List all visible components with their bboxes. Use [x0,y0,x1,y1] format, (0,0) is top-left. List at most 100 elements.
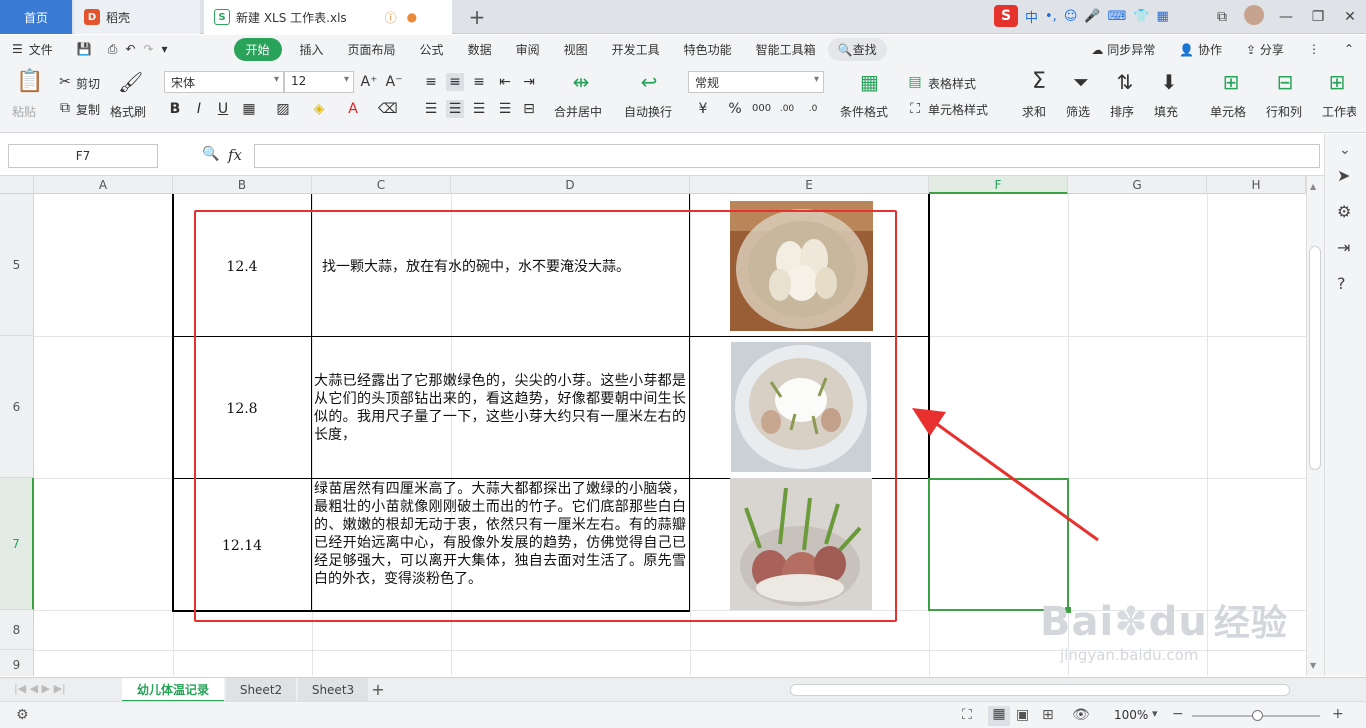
menu-page-layout[interactable]: 页面布局 [336,41,408,58]
save-icon[interactable]: 💾 [65,42,104,56]
menu-features[interactable]: 特色功能 [672,41,744,58]
tab-daoke[interactable]: D 稻壳 [74,0,200,34]
redo-icon[interactable]: ↷ [139,42,157,56]
fullscreen-icon[interactable]: ⛶ [962,707,972,723]
border-icon[interactable]: ▦ [240,100,258,118]
page-layout-icon[interactable]: ▣ [1016,707,1029,723]
hamburger-icon[interactable]: ☰ [0,42,27,56]
keyboard-icon[interactable]: ⌨ [1108,9,1127,24]
settings-sliders-icon[interactable]: ⚙ [1337,202,1351,221]
fill-color-icon[interactable]: ◈ [310,100,328,118]
sheet-tab-1[interactable]: 幼儿体温记录 [122,678,224,702]
macro-icon[interactable]: ⚙ [16,707,29,723]
format-painter-button[interactable]: 格式刷 [110,103,146,120]
increase-font-icon[interactable]: A⁺ [360,73,378,91]
fill-icon[interactable]: ⬇ [1160,72,1178,92]
row-col-icon[interactable]: ⊟ [1276,72,1294,92]
tab-home[interactable]: 首页 [0,0,72,34]
formula-input[interactable] [254,144,1320,168]
indent-increase-icon[interactable]: ⇥ [520,73,538,91]
scissors-icon[interactable]: ✂ [56,73,74,91]
mic-icon[interactable]: 🎤 [1084,9,1100,24]
copy-button[interactable]: 复制 [76,101,100,118]
zoom-level[interactable]: 100% [1114,708,1148,722]
eye-protect-icon[interactable]: 👁 [1072,707,1090,723]
zoom-in-icon[interactable]: + [1332,706,1344,722]
align-middle-icon[interactable]: ≡ [446,73,464,91]
sum-icon[interactable]: Σ [1030,71,1048,93]
font-name-select[interactable]: 宋体 [164,71,284,93]
emoji-icon[interactable]: ☺ [1064,9,1078,24]
spreadsheet-grid[interactable]: A B C D E F G H 5 6 7 8 9 12.4 找一颗大蒜，放在有… [0,176,1306,676]
help-icon[interactable]: ? [1337,274,1346,293]
col-header-h[interactable]: H [1207,176,1306,194]
tab-document[interactable]: S 新建 XLS 工作表.xls ⓘ ● [204,0,452,34]
ime-lang[interactable]: 中 [1025,7,1038,26]
menu-review[interactable]: 审阅 [504,41,552,58]
add-sheet-button[interactable]: + [368,678,388,702]
justify-icon[interactable]: ☰ [496,100,514,118]
fx-button[interactable]: fx [228,146,242,164]
zoom-dropdown-icon[interactable]: ▾ [1152,707,1158,720]
col-header-a[interactable]: A [34,176,173,194]
close-icon[interactable]: ✕ [1334,9,1366,25]
wrap-text-button[interactable]: 自动换行 [624,103,672,120]
row-header-6[interactable]: 6 [0,336,34,478]
col-header-c[interactable]: C [312,176,451,194]
sort-icon[interactable]: ⇅ [1116,72,1134,92]
more-icon[interactable]: ⋮ [1296,42,1332,56]
row-col-button[interactable]: 行和列 [1266,103,1302,120]
collapse-pane-icon[interactable]: ⌄ [1339,142,1351,158]
sheet-tab-3[interactable]: Sheet3 [298,678,368,702]
avatar[interactable] [1238,5,1270,29]
menu-formula[interactable]: 公式 [408,41,456,58]
sync-status[interactable]: ☁ 同步异常 [1079,41,1167,58]
scroll-up-icon[interactable]: ▲ [1310,182,1316,191]
wrap-icon[interactable]: ↩ [640,72,658,92]
menu-smart-toolbox[interactable]: 智能工具箱 [744,41,828,58]
select-all-corner[interactable] [0,176,34,194]
menu-developer[interactable]: 开发工具 [600,41,672,58]
name-box[interactable]: F7 [8,144,158,168]
menu-insert[interactable]: 插入 [288,41,336,58]
export-pane-icon[interactable]: ⇥ [1337,238,1350,257]
zoom-out-icon[interactable]: − [1172,706,1184,722]
cell-style-button[interactable]: 单元格样式 [928,101,988,118]
font-color-icon[interactable]: A [344,100,362,118]
percent-icon[interactable]: % [726,100,744,118]
align-bottom-icon[interactable]: ≡ [470,73,488,91]
select-pointer-icon[interactable]: ➤ [1337,166,1350,185]
row-header-8[interactable]: 8 [0,610,34,650]
conditional-format-button[interactable]: 条件格式 [840,103,888,120]
row-header-9[interactable]: 9 [0,650,34,676]
decrease-font-icon[interactable]: A⁻ [385,73,403,91]
distributed-icon[interactable]: ⊟ [520,100,538,118]
decrease-decimal-icon[interactable]: .0 [804,100,822,118]
align-right-icon[interactable]: ☰ [470,100,488,118]
thousands-icon[interactable]: 000 [752,100,771,118]
italic-icon[interactable]: I [190,100,208,118]
find-button[interactable]: 🔍查找 [827,37,887,61]
horizontal-scrollbar[interactable] [790,684,1290,696]
zoom-slider-thumb[interactable] [1252,710,1263,721]
filter-icon[interactable]: ⏷ [1072,72,1090,92]
row-header-5[interactable]: 5 [0,194,34,336]
menu-start[interactable]: 开始 [233,37,282,61]
minimize-icon[interactable]: — [1270,9,1302,25]
copy-icon[interactable]: ⧉ [56,99,74,117]
collaborate-button[interactable]: 👤 协作 [1167,41,1234,58]
sogou-icon[interactable]: S [994,5,1018,27]
sheet-nav-icons[interactable]: |◀ ◀ ▶ ▶| [14,682,66,695]
merge-icon[interactable]: ⇹ [572,72,590,92]
vertical-scrollbar[interactable]: ▲ ▼ [1306,176,1324,676]
new-tab-button[interactable]: + [462,0,492,34]
currency-icon[interactable]: ¥ [694,100,712,118]
skin-icon[interactable]: 👕 [1133,9,1149,24]
scroll-down-icon[interactable]: ▼ [1310,661,1316,670]
menu-data[interactable]: 数据 [456,41,504,58]
align-top-icon[interactable]: ≡ [422,73,440,91]
fill-button[interactable]: 填充 [1154,103,1178,120]
number-format-select[interactable]: 常规 [688,71,824,93]
table-style-icon[interactable]: ▤ [906,73,924,91]
worksheet-button[interactable]: 工作表 [1322,103,1356,120]
